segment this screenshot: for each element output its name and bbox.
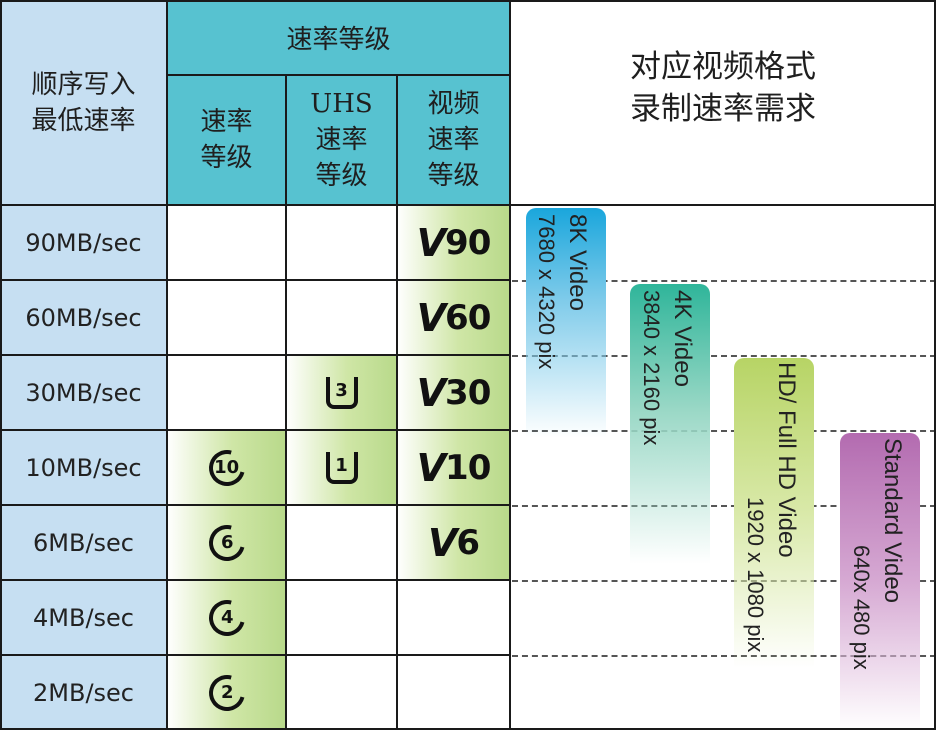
header-left-line2: 最低速率 bbox=[31, 105, 136, 136]
header-video-line3: 等级 bbox=[427, 161, 480, 191]
speed-label: 6MB/sec bbox=[33, 528, 134, 557]
header-left-line1: 顺序写入 bbox=[31, 69, 136, 100]
class-2-icon: 2 bbox=[167, 655, 286, 730]
grid-line bbox=[0, 354, 510, 356]
uhs-3-number: 3 bbox=[335, 379, 348, 401]
header-speed-class-line2: 等级 bbox=[200, 143, 253, 173]
class-10-icon: 10 bbox=[167, 430, 286, 505]
grid-line bbox=[396, 75, 398, 730]
header-video-class: 视频 速率 等级 bbox=[397, 75, 510, 205]
video-v6-number: 6 bbox=[456, 522, 480, 563]
bar-8k-name: 8K Video bbox=[564, 214, 591, 311]
grid-line bbox=[167, 74, 510, 76]
bar-hd-res: 1920 x 1080 pix bbox=[743, 497, 768, 653]
speed-90: 90MB/sec bbox=[0, 205, 167, 280]
speed-label: 10MB/sec bbox=[25, 453, 142, 482]
header-rate-class-label: 速率等级 bbox=[286, 25, 391, 55]
header-uhs-class: UHS 速率 等级 bbox=[286, 75, 397, 205]
video-v90-number: 90 bbox=[445, 222, 491, 263]
header-right-line2: 录制速率需求 bbox=[630, 90, 816, 127]
class-6-number: 6 bbox=[220, 531, 233, 553]
speed-2: 2MB/sec bbox=[0, 655, 167, 730]
video-v10-icon: V 10 bbox=[416, 445, 492, 490]
speed-label: 30MB/sec bbox=[25, 378, 142, 407]
speed-60: 60MB/sec bbox=[0, 280, 167, 355]
header-video-format: 对应视频格式 录制速率需求 bbox=[510, 0, 936, 205]
grid-line bbox=[0, 579, 510, 581]
uhs-1-icon: 1 bbox=[286, 430, 397, 505]
bar-hd-name: HD/ Full HD Video bbox=[773, 362, 800, 558]
grid-line bbox=[166, 0, 168, 730]
grid-line bbox=[509, 0, 511, 730]
class-2-number: 2 bbox=[220, 681, 233, 703]
header-uhs-line3: 等级 bbox=[315, 161, 368, 191]
bar-4k-name: 4K Video bbox=[669, 290, 696, 387]
grid-line bbox=[0, 0, 936, 2]
speed-label: 90MB/sec bbox=[25, 228, 142, 257]
grid-line bbox=[0, 204, 936, 206]
class-4-number: 4 bbox=[220, 606, 233, 628]
header-uhs-line2: 速率 bbox=[315, 125, 368, 155]
header-video-line2: 速率 bbox=[427, 125, 480, 155]
class-6-icon: 6 bbox=[167, 505, 286, 580]
speed-label: 60MB/sec bbox=[25, 303, 142, 332]
bar-8k-res: 7680 x 4320 pix bbox=[534, 214, 559, 370]
header-min-write-speed: 顺序写入 最低速率 bbox=[0, 0, 167, 205]
header-uhs-line1: UHS bbox=[310, 89, 373, 119]
video-v30-number: 30 bbox=[445, 372, 491, 413]
video-v60-number: 60 bbox=[445, 297, 491, 338]
speed-label: 2MB/sec bbox=[33, 678, 134, 707]
header-rate-class: 速率等级 bbox=[167, 0, 510, 75]
video-v6-icon: V6 bbox=[427, 520, 480, 565]
grid-line bbox=[0, 504, 510, 506]
speed-30: 30MB/sec bbox=[0, 355, 167, 430]
video-v90-icon: V 90 bbox=[416, 220, 492, 265]
video-v60-icon: V 60 bbox=[416, 295, 492, 340]
uhs-3-icon: 3 bbox=[286, 355, 397, 430]
header-speed-class: 速率 等级 bbox=[167, 75, 286, 205]
bar-standard-res: 640x 480 pix bbox=[849, 545, 874, 670]
grid-line bbox=[0, 654, 510, 656]
video-v10-number: 10 bbox=[445, 447, 491, 488]
grid-line bbox=[0, 429, 510, 431]
video-v30-icon: V 30 bbox=[416, 370, 492, 415]
bar-standard-name: Standard Video bbox=[879, 438, 906, 604]
header-speed-class-line1: 速率 bbox=[200, 107, 253, 137]
uhs-1-number: 1 bbox=[335, 454, 348, 476]
speed-4: 4MB/sec bbox=[0, 580, 167, 655]
class-4-icon: 4 bbox=[167, 580, 286, 655]
header-right-line1: 对应视频格式 bbox=[630, 48, 816, 85]
grid-line bbox=[0, 279, 510, 281]
speed-6: 6MB/sec bbox=[0, 505, 167, 580]
grid-line bbox=[0, 0, 2, 730]
header-video-line1: 视频 bbox=[427, 89, 480, 119]
bar-4k-res: 3840 x 2160 pix bbox=[639, 290, 664, 446]
speed-label: 4MB/sec bbox=[33, 603, 134, 632]
grid-line bbox=[285, 75, 287, 730]
class-10-number: 10 bbox=[213, 456, 240, 478]
speed-10: 10MB/sec bbox=[0, 430, 167, 505]
